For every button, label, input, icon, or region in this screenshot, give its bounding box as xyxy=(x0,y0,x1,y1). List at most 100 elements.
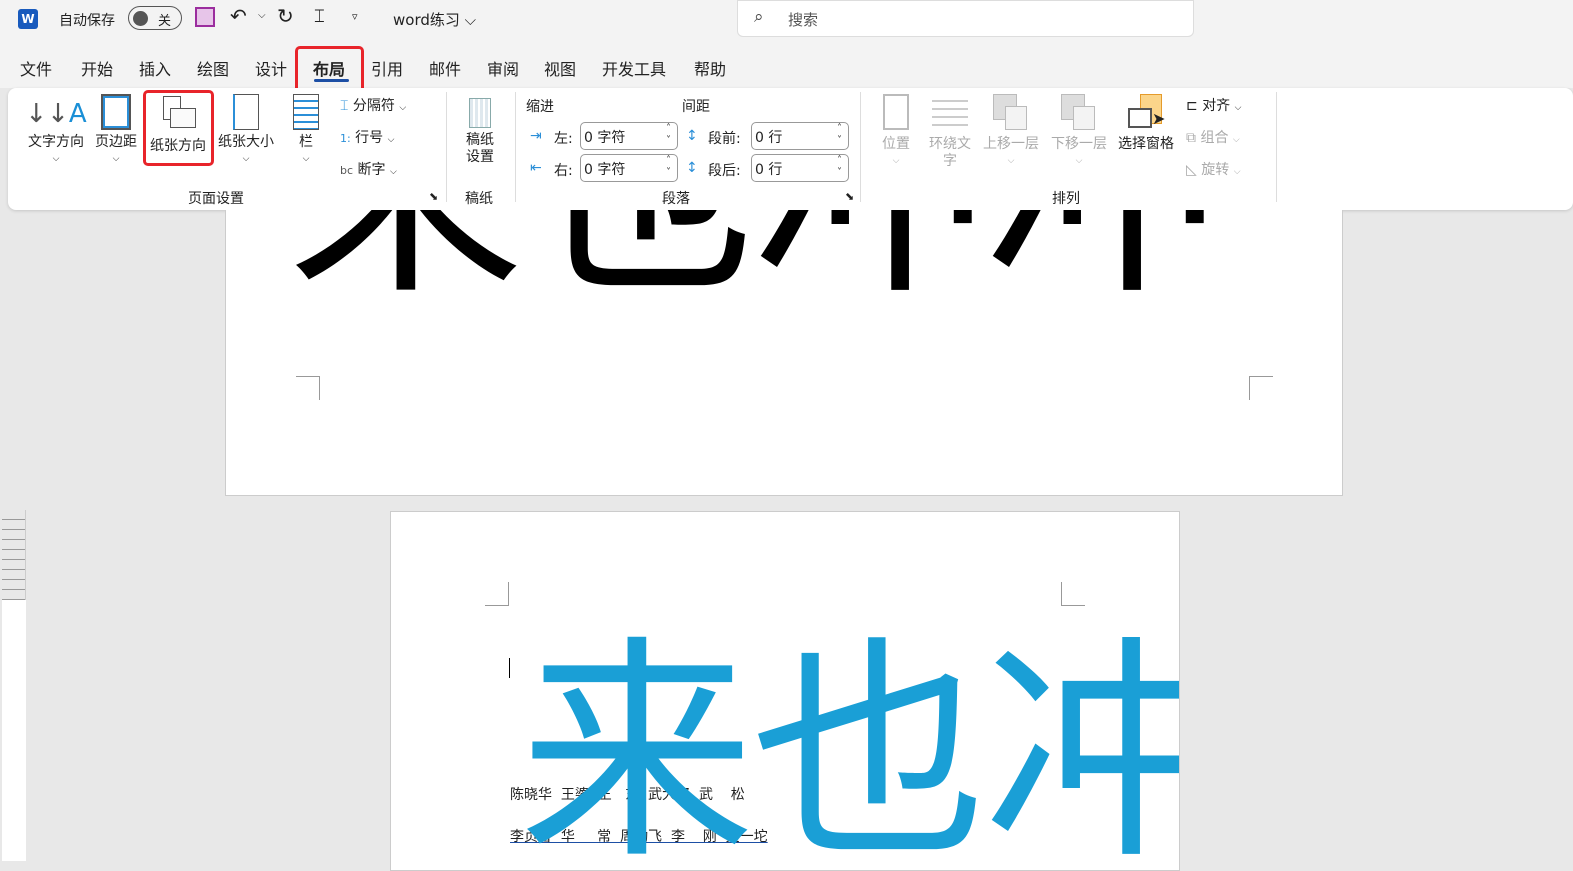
rotate-icon: ◺ xyxy=(1186,162,1197,178)
hyphenation-icon: bc xyxy=(340,164,354,177)
size-icon xyxy=(233,94,259,130)
breaks-button[interactable]: ⌶ 分隔符 ⌵ xyxy=(340,95,406,115)
spinner-arrows[interactable]: ˄ ˅ xyxy=(837,155,842,179)
manuscript-group-label: 稿纸 xyxy=(465,191,493,207)
spinner-arrows[interactable]: ˄ ˅ xyxy=(837,123,842,147)
save-icon[interactable] xyxy=(195,7,215,27)
selection-pane-icon: ➤ xyxy=(1126,94,1166,130)
align-button[interactable]: ⊏ 对齐 ⌵ xyxy=(1186,95,1241,115)
margins-label: 页边距 xyxy=(95,134,137,150)
tab-view[interactable]: 视图 xyxy=(544,56,576,80)
wrap-text-label-2: 字 xyxy=(943,153,957,169)
size-button[interactable]: 纸张大小 ⌵ xyxy=(214,94,278,168)
align-label: 对齐 xyxy=(1202,98,1231,114)
margin-corner xyxy=(485,582,509,606)
arrange-group-label: 排列 xyxy=(1052,191,1080,207)
indent-heading: 缩进 xyxy=(526,99,554,115)
breaks-label: 分隔符 xyxy=(352,98,395,114)
highlight-layout-tab xyxy=(295,46,364,93)
search-box[interactable]: ⌕ 搜索 xyxy=(737,0,1194,37)
document-page-1[interactable]: 来也冲冲 xyxy=(225,210,1343,496)
tab-developer[interactable]: 开发工具 xyxy=(602,56,666,80)
spacing-after-value: 0 行 xyxy=(755,162,783,178)
autosave-label: 自动保存 xyxy=(59,13,115,29)
group-label: 组合 xyxy=(1200,130,1229,146)
margins-button[interactable]: 页边距 ⌵ xyxy=(92,94,140,168)
indent-left-input[interactable]: 0 字符 ˄ ˅ xyxy=(580,122,678,150)
tab-file[interactable]: 文件 xyxy=(20,56,52,80)
spinner-arrows[interactable]: ˄ ˅ xyxy=(666,155,671,179)
group-button[interactable]: ⧉ 组合 ⌵ xyxy=(1186,127,1240,147)
indent-right-input[interactable]: 0 字符 ˄ ˅ xyxy=(580,154,678,182)
size-label: 纸张大小 xyxy=(218,134,274,150)
columns-icon xyxy=(293,94,319,130)
manuscript-settings-button[interactable]: 稿纸 设置 xyxy=(460,98,500,166)
indent-right-icon: ⇤ xyxy=(530,160,542,176)
wrap-text-button[interactable]: 环绕文字 xyxy=(924,94,976,170)
page-break-icon[interactable]: ⌶ xyxy=(314,6,325,27)
autosave-toggle[interactable]: 关 xyxy=(128,6,182,30)
word-logo-icon: W xyxy=(18,9,38,29)
spacing-before-input[interactable]: 0 行 ˄ ˅ xyxy=(751,122,849,150)
spacing-heading: 间距 xyxy=(682,99,710,115)
text-direction-icon: ↓↓A xyxy=(25,99,87,129)
align-icon: ⊏ xyxy=(1186,98,1198,114)
indent-right-value: 0 字符 xyxy=(584,162,626,178)
indent-left-label: 左: xyxy=(554,131,573,147)
page-setup-launcher-icon[interactable]: ⬊ xyxy=(429,190,438,203)
spinner-arrows[interactable]: ˄ ˅ xyxy=(666,123,671,147)
tab-home[interactable]: 开始 xyxy=(81,56,113,80)
line-numbers-label: 行号 xyxy=(355,130,384,146)
undo-dropdown-icon[interactable]: ⌵ xyxy=(258,10,266,21)
tab-mailings[interactable]: 邮件 xyxy=(429,56,461,80)
indent-right-label: 右: xyxy=(554,163,573,179)
send-backward-label: 下移一层 xyxy=(1051,136,1107,152)
spacing-after-icon: ↕ xyxy=(686,160,698,176)
page1-big-text: 来也冲冲 xyxy=(288,210,1220,320)
columns-button[interactable]: 栏 ⌵ xyxy=(288,94,324,168)
redo-icon[interactable]: ↻ xyxy=(277,4,294,28)
page-setup-group-label: 页面设置 xyxy=(188,191,244,207)
page2-big-text: 来也冲 xyxy=(519,616,1180,871)
undo-icon[interactable]: ↶ xyxy=(230,4,247,28)
vertical-ruler[interactable] xyxy=(2,510,26,861)
wrap-text-icon xyxy=(932,94,968,130)
hyphenation-button[interactable]: bc 断字 ⌵ xyxy=(340,159,397,179)
highlight-orientation-button xyxy=(143,90,214,166)
indent-left-value: 0 字符 xyxy=(584,130,626,146)
margin-corner xyxy=(1061,582,1085,606)
rotate-label: 旋转 xyxy=(1201,162,1230,178)
text-direction-button[interactable]: ↓↓A 文字方向 ⌵ xyxy=(24,94,88,168)
group-icon: ⧉ xyxy=(1186,130,1196,146)
breaks-icon: ⌶ xyxy=(340,98,349,114)
paragraph-group-label: 段落 xyxy=(662,191,690,207)
paragraph-launcher-icon[interactable]: ⬊ xyxy=(845,190,854,203)
line-numbers-button[interactable]: 1: 行号 ⌵ xyxy=(340,127,394,147)
manuscript-label-1: 稿纸 xyxy=(466,132,494,148)
selection-pane-button[interactable]: ➤ 选择窗格 xyxy=(1114,94,1178,153)
indent-left-icon: ⇥ xyxy=(530,128,542,144)
margin-corner xyxy=(1249,376,1273,400)
customize-qat-icon[interactable]: ▿ xyxy=(352,10,358,23)
document-title[interactable]: word练习 ⌵ xyxy=(393,9,476,30)
tab-draw[interactable]: 绘图 xyxy=(197,56,229,80)
rotate-button[interactable]: ◺ 旋转 ⌵ xyxy=(1186,159,1241,179)
search-icon: ⌕ xyxy=(754,7,764,27)
bring-forward-icon xyxy=(993,94,1029,130)
bring-forward-label: 上移一层 xyxy=(983,136,1039,152)
margin-corner xyxy=(296,376,320,400)
send-backward-button[interactable]: 下移一层 ⌵ xyxy=(1048,94,1110,170)
tab-references[interactable]: 引用 xyxy=(371,56,403,80)
spacing-after-input[interactable]: 0 行 ˄ ˅ xyxy=(751,154,849,182)
tab-insert[interactable]: 插入 xyxy=(139,56,171,80)
position-button[interactable]: 位置 ⌵ xyxy=(876,94,916,170)
bring-forward-button[interactable]: 上移一层 ⌵ xyxy=(980,94,1042,170)
tab-help[interactable]: 帮助 xyxy=(694,56,726,80)
selection-pane-label: 选择窗格 xyxy=(1118,136,1174,152)
title-bar: W 自动保存 关 ↶ ⌵ ↻ ⌶ ▿ word练习 ⌵ ⌕ 搜索 xyxy=(0,0,1573,42)
document-page-2[interactable]: 陈晓华 王婆 王 东 武大郎 武 松 李贞香 华 常 周勤飞 李 刚 史一坨 来… xyxy=(390,511,1180,871)
text-direction-label: 文字方向 xyxy=(28,134,84,150)
position-icon xyxy=(883,94,909,130)
tab-design[interactable]: 设计 xyxy=(255,56,287,80)
tab-review[interactable]: 审阅 xyxy=(487,56,519,80)
